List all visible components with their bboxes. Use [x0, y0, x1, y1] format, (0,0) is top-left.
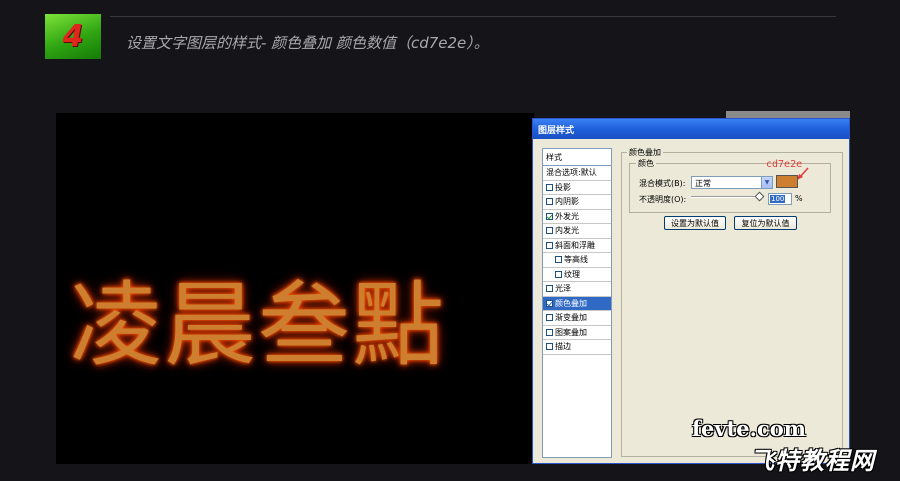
style-list-item[interactable]: 光泽 — [543, 282, 611, 297]
set-default-button[interactable]: 设置为默认值 — [664, 216, 726, 230]
style-list: 样式 混合选项:默认投影内阴影外发光内发光斜面和浮雕等高线纹理光泽颜色叠加渐变叠… — [542, 148, 612, 458]
color-swatch[interactable] — [776, 175, 798, 188]
style-list-item[interactable]: 混合选项:默认 — [543, 166, 611, 181]
style-list-item[interactable]: 渐变叠加 — [543, 311, 611, 326]
style-items: 混合选项:默认投影内阴影外发光内发光斜面和浮雕等高线纹理光泽颜色叠加渐变叠加图案… — [543, 166, 611, 355]
style-checkbox[interactable] — [546, 328, 553, 336]
style-checkbox[interactable] — [546, 183, 553, 191]
step-number: 4 — [62, 19, 84, 54]
watermark-name: 飞特教程网 — [750, 447, 875, 475]
style-item-label: 内发光 — [555, 226, 579, 236]
style-item-label: 颜色叠加 — [555, 298, 587, 308]
style-checkbox[interactable] — [546, 299, 553, 307]
style-checkbox[interactable] — [546, 285, 553, 293]
layer-style-dialog: 图层样式 样式 混合选项:默认 投影 内阴影 外发光 内发光 斜面和浮雕 等高线 纹理 光泽 颜色… — [532, 118, 850, 464]
style-checkbox[interactable] — [555, 270, 562, 278]
style-list-item[interactable]: 图案叠加 — [543, 326, 611, 340]
style-list-item[interactable]: 内发光 — [543, 224, 611, 239]
style-checkbox[interactable] — [546, 212, 553, 220]
style-checkbox[interactable] — [546, 198, 553, 206]
style-list-item[interactable]: 外发光 — [543, 210, 611, 224]
glowing-text-layer: 凌晨叁點 — [70, 272, 447, 379]
style-list-item[interactable]: 等高线 — [543, 253, 611, 268]
style-item-label: 外发光 — [555, 211, 579, 221]
style-list-item[interactable]: 颜色叠加 — [543, 296, 611, 311]
dialog-titlebar[interactable]: 图层样式 — [533, 119, 849, 139]
blend-mode-value: 正常 — [695, 179, 711, 188]
style-checkbox[interactable] — [546, 314, 553, 322]
style-checkbox[interactable] — [546, 227, 553, 235]
style-item-label: 渐变叠加 — [555, 313, 587, 323]
document-canvas: 凌晨叁點 — [56, 113, 534, 464]
style-item-label: 光泽 — [555, 284, 571, 294]
style-item-label: 内阴影 — [555, 197, 579, 207]
color-group-title: 颜色 — [636, 158, 656, 169]
top-divider — [110, 16, 836, 17]
style-list-item[interactable]: 投影 — [543, 181, 611, 195]
style-list-header[interactable]: 样式 — [543, 149, 611, 166]
style-item-label: 混合选项:默认 — [546, 168, 597, 178]
reset-default-button[interactable]: 复位为默认值 — [734, 216, 797, 230]
dialog-title: 图层样式 — [538, 126, 575, 136]
style-list-item[interactable]: 斜面和浮雕 — [543, 239, 611, 253]
step-instruction: 设置文字图层的样式- 颜色叠加 颜色数值（cd7e2e）。 — [126, 34, 489, 52]
style-list-item[interactable]: 内阴影 — [543, 195, 611, 210]
chevron-down-icon[interactable]: ▼ — [761, 177, 772, 188]
blend-mode-label: 混合模式(B): — [639, 179, 686, 188]
step-badge: 4 — [45, 14, 101, 59]
style-checkbox[interactable] — [546, 343, 553, 351]
opacity-label: 不透明度(O): — [639, 195, 687, 204]
opacity-slider-track[interactable] — [691, 196, 759, 198]
opacity-value: 100 — [770, 195, 786, 203]
style-item-label: 纹理 — [564, 269, 580, 279]
opacity-input[interactable]: 100 — [768, 193, 792, 205]
style-item-label: 斜面和浮雕 — [555, 240, 595, 250]
style-checkbox[interactable] — [546, 241, 553, 249]
opacity-unit: % — [795, 194, 803, 203]
style-item-label: 等高线 — [564, 255, 588, 265]
style-item-label: 描边 — [555, 342, 571, 352]
style-checkbox[interactable] — [555, 256, 562, 264]
style-item-label: 投影 — [555, 182, 571, 192]
style-item-label: 图案叠加 — [555, 327, 587, 337]
watermark-site: fevte.com — [692, 416, 806, 441]
color-overlay-title: 颜色叠加 — [627, 147, 663, 158]
style-list-item[interactable]: 描边 — [543, 340, 611, 355]
blend-mode-select[interactable]: 正常 ▼ — [691, 176, 773, 189]
style-list-item[interactable]: 纹理 — [543, 268, 611, 282]
